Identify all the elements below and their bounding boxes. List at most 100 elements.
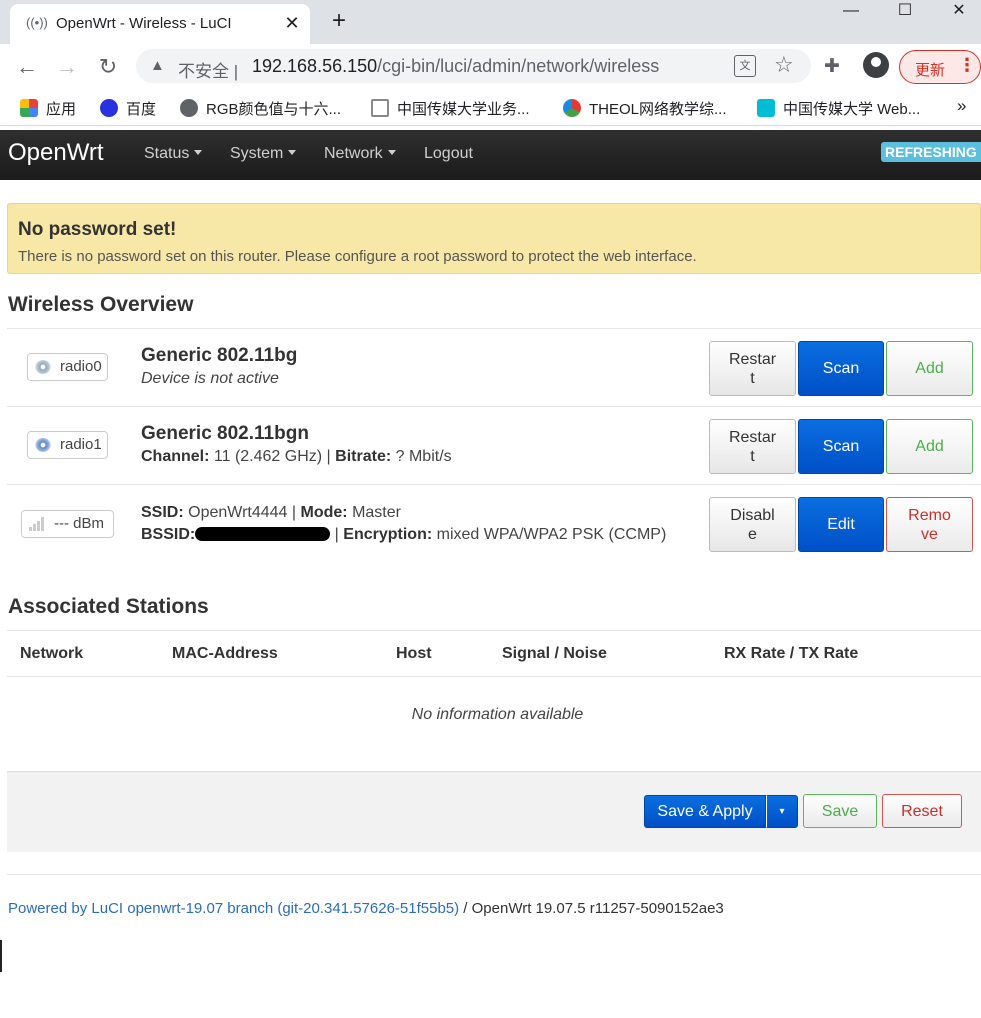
radio1-add-button[interactable]: Add	[886, 419, 973, 474]
divider	[7, 630, 981, 631]
insecure-label[interactable]: 不安全 |	[178, 57, 238, 82]
divider	[7, 484, 981, 485]
radio0-title: Generic 802.11bg	[141, 345, 298, 366]
address-bar[interactable]: ▲ 不安全 | 192.168.56.150/cgi-bin/luci/admi…	[136, 49, 811, 83]
bookmarks-more-icon[interactable]: »	[957, 96, 966, 116]
divider	[7, 406, 981, 407]
brand-logo[interactable]: OpenWrt	[8, 139, 104, 167]
save-apply-button[interactable]: Save & Apply	[644, 795, 766, 828]
openwrt-header: OpenWrt Status System Network Logout REF…	[0, 130, 981, 180]
profile-avatar-icon[interactable]	[863, 52, 889, 78]
update-button[interactable]: 更新 ⋮	[899, 50, 981, 84]
globe-icon	[180, 99, 198, 117]
network-disable-button[interactable]: Disabl e	[709, 497, 796, 552]
radio1-details: Channel: 11 (2.462 GHz) | Bitrate: ? Mbi…	[141, 448, 452, 465]
column-rx-tx-rate: RX Rate / TX Rate	[724, 645, 859, 662]
browser-tab[interactable]: ((•)) OpenWrt - Wireless - LuCI ✕	[10, 4, 310, 44]
associated-stations-heading: Associated Stations	[8, 595, 209, 618]
caret-down-icon	[194, 150, 203, 155]
column-network: Network	[20, 645, 84, 662]
refreshing-badge[interactable]: REFRESHING	[881, 142, 981, 162]
alert-title: No password set!	[18, 219, 177, 240]
wireless-favicon-icon: ((•))	[26, 15, 48, 30]
luci-link[interactable]: Powered by LuCI openwrt-19.07 branch (gi…	[8, 900, 459, 917]
footer-divider	[7, 874, 981, 875]
reload-icon[interactable]: ↻	[93, 52, 123, 82]
bookmark-label: 百度	[126, 101, 157, 118]
new-tab-button[interactable]: +	[326, 8, 352, 34]
network-ssid-line: SSID: OpenWrt4444 | Mode: Master	[141, 504, 401, 521]
bookmark-label: RGB颜色值与十六...	[206, 101, 342, 118]
caret-down-icon	[288, 150, 297, 155]
bookmark-star-icon[interactable]: ☆	[774, 52, 794, 78]
translate-icon[interactable]: 文	[734, 55, 756, 77]
close-tab-icon[interactable]: ✕	[280, 11, 304, 35]
lock-icon	[757, 99, 775, 117]
radio0-scan-button[interactable]: Scan	[798, 341, 884, 396]
radio0-add-button[interactable]: Add	[886, 341, 973, 396]
radio0-badge: radio0	[27, 353, 108, 381]
footer: Powered by LuCI openwrt-19.07 branch (gi…	[8, 900, 724, 917]
wireless-overview-heading: Wireless Overview	[8, 293, 194, 316]
menu-status[interactable]: Status	[144, 145, 203, 163]
save-button[interactable]: Save	[803, 794, 877, 828]
reset-button[interactable]: Reset	[882, 794, 962, 828]
divider	[7, 328, 981, 329]
caret-down-icon	[387, 150, 396, 155]
menu-logout[interactable]: Logout	[424, 145, 473, 163]
theol-logo-icon	[563, 99, 581, 117]
window-close-icon[interactable]: ✕	[936, 0, 981, 30]
save-apply-dropdown-icon[interactable]: ▾	[766, 795, 798, 828]
column-signal-noise: Signal / Noise	[502, 645, 607, 662]
menu-label: Status	[144, 145, 190, 162]
url-host: 192.168.56.150	[252, 56, 378, 76]
menu-label: Network	[324, 145, 383, 162]
radio-antenna-icon	[35, 360, 51, 374]
tab-title: OpenWrt - Wireless - LuCI	[56, 15, 232, 32]
network-edit-button[interactable]: Edit	[798, 497, 884, 552]
browser-toolbar: ← → ↻ ▲ 不安全 | 192.168.56.150/cgi-bin/luc…	[0, 44, 981, 90]
menu-network[interactable]: Network	[324, 145, 396, 163]
warning-icon[interactable]: ▲	[150, 57, 165, 74]
no-password-alert: No password set! There is no password se…	[7, 203, 981, 274]
maximize-icon[interactable]: ☐	[882, 0, 928, 30]
no-information-text: No information available	[411, 706, 584, 723]
badge-label: radio1	[60, 436, 102, 453]
signal-bars-icon	[28, 517, 48, 531]
redacted-bssid	[195, 527, 331, 541]
update-label: 更新	[915, 62, 946, 79]
radio1-scan-button[interactable]: Scan	[798, 419, 884, 474]
url-path: /cgi-bin/luci/admin/network/wireless	[377, 56, 660, 76]
forward-arrow-icon[interactable]: →	[52, 52, 82, 82]
network-remove-button[interactable]: Remo ve	[886, 497, 973, 552]
bookmark-theol[interactable]: THEOL网络教学综...	[563, 98, 727, 119]
bookmarks-bar: 应用 百度 RGB颜色值与十六... 中国传媒大学业务... THEOL网络教学…	[0, 90, 981, 126]
minimize-icon[interactable]: —	[828, 0, 874, 30]
signal-badge: --- dBm	[21, 510, 114, 538]
edge-marker	[0, 940, 2, 972]
radio1-badge: radio1	[27, 431, 108, 459]
bookmark-baidu[interactable]: 百度	[100, 98, 156, 119]
column-host: Host	[396, 645, 432, 662]
apps-grid-icon	[20, 99, 38, 117]
radio-status-text: Device is not active	[141, 370, 279, 387]
radio1-restart-button[interactable]: Restar t	[709, 419, 796, 474]
url-text[interactable]: 192.168.56.150/cgi-bin/luci/admin/networ…	[252, 56, 659, 77]
radio0-restart-button[interactable]: Restar t	[709, 341, 796, 396]
footer-version: / OpenWrt 19.07.5 r11257-5090152ae3	[459, 900, 724, 917]
menu-dots-icon: ⋮	[958, 55, 976, 75]
bookmark-rgb[interactable]: RGB颜色值与十六...	[180, 98, 341, 119]
menu-system[interactable]: System	[230, 145, 297, 163]
network-bssid-line: BSSID: | Encryption: mixed WPA/WPA2 PSK …	[141, 526, 667, 543]
bookmark-cuc-web[interactable]: 中国传媒大学 Web...	[757, 98, 920, 119]
bookmark-apps[interactable]: 应用	[20, 98, 76, 119]
bookmark-label: 中国传媒大学 Web...	[783, 101, 921, 118]
alert-text: There is no password set on this router.…	[18, 248, 697, 265]
bookmark-label: 应用	[46, 101, 77, 118]
bookmark-cuc-business[interactable]: 中国传媒大学业务...	[371, 98, 530, 119]
menu-label: System	[230, 145, 284, 162]
radio-antenna-icon	[35, 438, 51, 452]
home-icon	[371, 99, 389, 117]
extensions-puzzle-icon[interactable]: ✚	[824, 55, 840, 78]
back-arrow-icon[interactable]: ←	[12, 52, 42, 82]
